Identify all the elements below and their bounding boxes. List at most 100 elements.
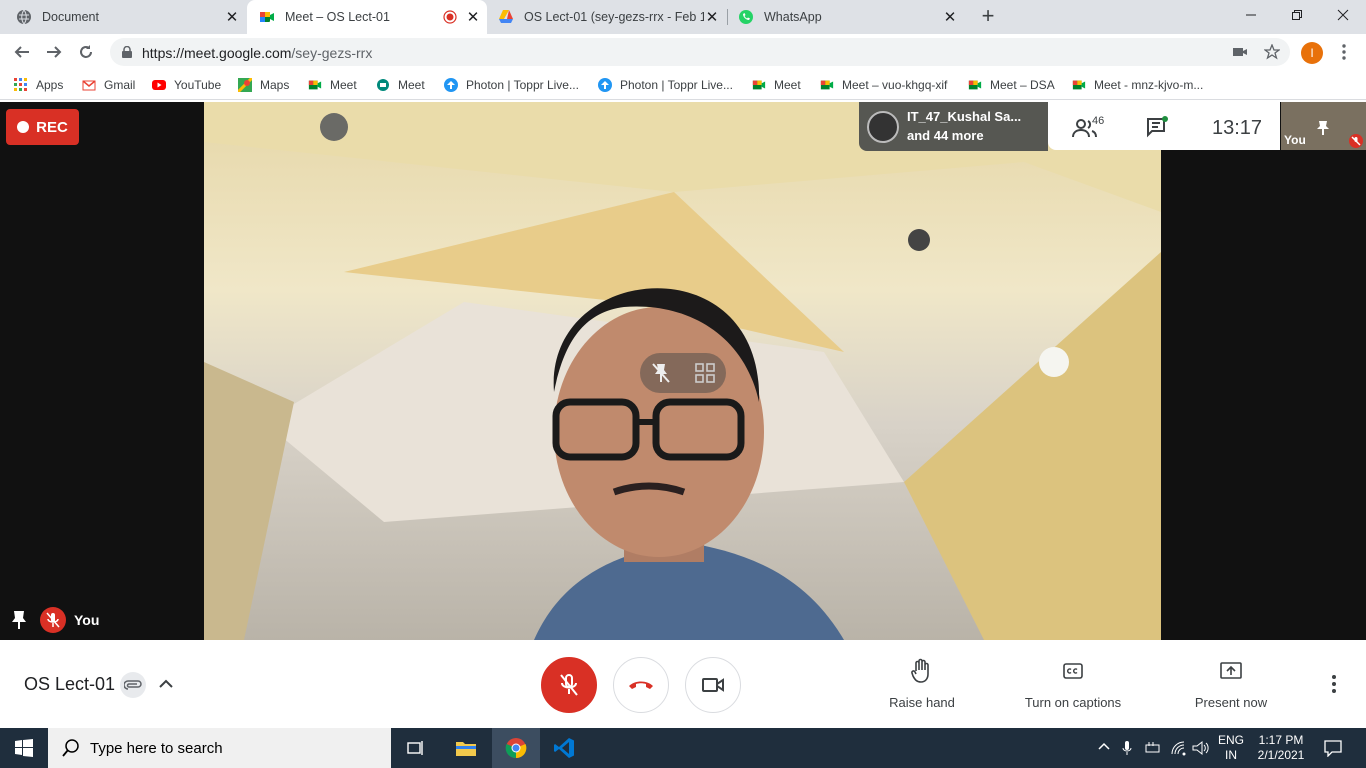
new-tab-button[interactable]: + bbox=[977, 5, 999, 28]
tray-mic[interactable] bbox=[1122, 740, 1132, 756]
tray-expand-button[interactable] bbox=[1098, 741, 1110, 751]
meet-icon bbox=[260, 12, 274, 22]
bookmark-meet-vuo[interactable]: Meet – vuo-khgq-xif bbox=[820, 76, 947, 94]
bookmark-meet-2[interactable]: Meet bbox=[752, 76, 801, 94]
address-bar[interactable]: https://meet.google.com/sey-gezs-rrx bbox=[110, 38, 1290, 66]
meet-info-bar: 46 13:17 bbox=[1048, 102, 1280, 150]
profile-avatar[interactable]: I bbox=[1301, 42, 1323, 64]
meet-icon bbox=[1072, 80, 1086, 90]
taskbar-vscode[interactable] bbox=[540, 728, 588, 768]
forward-button[interactable] bbox=[42, 40, 66, 64]
bookmark-label: Meet - mnz-kjvo-m... bbox=[1094, 78, 1204, 92]
tray-language[interactable]: ENG IN bbox=[1214, 733, 1248, 763]
raise-hand-label: Raise hand bbox=[889, 695, 955, 710]
meet-icon bbox=[752, 80, 766, 90]
bookmark-toppr-2[interactable]: Photon | Toppr Live... bbox=[598, 76, 733, 94]
taskbar-chrome[interactable] bbox=[492, 728, 540, 768]
raise-hand-button[interactable]: Raise hand bbox=[882, 658, 962, 710]
chrome-icon bbox=[505, 738, 527, 759]
meet-icon bbox=[820, 80, 834, 90]
language-code: ENG bbox=[1217, 733, 1244, 747]
bookmark-maps[interactable]: Maps bbox=[238, 76, 289, 94]
close-icon bbox=[1337, 9, 1349, 21]
captions-icon bbox=[1063, 663, 1083, 679]
chevron-up-icon bbox=[1098, 742, 1110, 750]
bookmark-meet-old[interactable]: Meet bbox=[376, 76, 425, 94]
star-icon[interactable] bbox=[1264, 44, 1280, 60]
meeting-title: OS Lect-01 bbox=[24, 674, 116, 694]
taskbar-file-explorer[interactable] bbox=[442, 728, 490, 768]
meeting-details-toggle[interactable] bbox=[158, 676, 174, 692]
bookmark-label: Apps bbox=[36, 78, 64, 92]
start-button[interactable] bbox=[0, 728, 48, 768]
bookmark-label: YouTube bbox=[174, 78, 222, 92]
back-button[interactable] bbox=[10, 40, 34, 64]
tab-meet[interactable]: Meet – OS Lect-01 ✕ bbox=[247, 0, 487, 34]
toppr-icon bbox=[444, 78, 458, 92]
bookmark-label: Photon | Toppr Live... bbox=[620, 78, 733, 92]
taskbar-search[interactable]: Type here to search bbox=[48, 728, 391, 768]
camera-blocked-icon[interactable] bbox=[1232, 46, 1248, 58]
grid-icon[interactable] bbox=[695, 363, 715, 383]
bookmark-meet-mnz[interactable]: Meet - mnz-kjvo-m... bbox=[1072, 76, 1203, 94]
pin-off-icon[interactable] bbox=[651, 362, 671, 384]
pin-icon[interactable] bbox=[12, 610, 26, 630]
present-now-button[interactable]: Present now bbox=[1186, 658, 1276, 710]
mic-off-badge bbox=[40, 607, 66, 633]
browser-menu-button[interactable] bbox=[1332, 40, 1356, 64]
tray-date: 2/1/2021 bbox=[1257, 748, 1305, 762]
region-code: IN bbox=[1225, 748, 1237, 762]
present-label: Present now bbox=[1194, 695, 1268, 710]
globe-icon bbox=[17, 9, 31, 25]
mic-toggle-button[interactable] bbox=[541, 657, 597, 713]
wifi-icon bbox=[1171, 741, 1186, 756]
minimize-button[interactable] bbox=[1228, 0, 1274, 30]
bookmark-meet[interactable]: Meet bbox=[308, 76, 357, 94]
more-vert-icon bbox=[1342, 44, 1346, 60]
bookmark-label: Photon | Toppr Live... bbox=[466, 78, 579, 92]
tray-clock[interactable]: 1:17 PM 2/1/2021 bbox=[1252, 733, 1310, 763]
tray-time: 1:17 PM bbox=[1258, 733, 1304, 747]
bookmark-label: Maps bbox=[260, 78, 290, 92]
chat-icon[interactable] bbox=[1146, 116, 1168, 138]
rec-label: REC bbox=[36, 118, 68, 136]
close-window-button[interactable] bbox=[1320, 0, 1366, 30]
people-count: 46 bbox=[1092, 115, 1105, 127]
bookmark-youtube[interactable]: YouTube bbox=[152, 76, 221, 94]
active-participants-chip[interactable]: IT_47_Kushal Sa... and 44 more bbox=[859, 102, 1048, 151]
captions-button[interactable]: Turn on captions bbox=[1014, 658, 1132, 710]
task-view-button[interactable] bbox=[392, 728, 440, 768]
close-tab-icon[interactable]: ✕ bbox=[465, 9, 481, 26]
self-tile-label: You bbox=[12, 607, 99, 633]
leave-call-button[interactable] bbox=[613, 657, 669, 713]
more-options-button[interactable] bbox=[1331, 674, 1337, 694]
reload-button[interactable] bbox=[74, 40, 98, 64]
apps-grid-icon bbox=[14, 78, 27, 91]
bookmarks-bar: Apps Gmail YouTube Maps Meet Meet Photon… bbox=[0, 70, 1366, 100]
tab-document[interactable]: Document ✕ bbox=[0, 0, 246, 34]
folder-icon bbox=[456, 742, 476, 756]
tab-drive[interactable]: OS Lect-01 (sey-gezs-rrx - Feb 1, ✕ bbox=[488, 0, 726, 34]
tray-battery[interactable] bbox=[1145, 740, 1161, 756]
rec-dot-icon bbox=[17, 121, 30, 133]
self-thumbnail[interactable]: You bbox=[1281, 102, 1366, 150]
close-tab-icon[interactable]: ✕ bbox=[224, 9, 240, 26]
tray-wifi[interactable] bbox=[1170, 740, 1188, 756]
tab-title: OS Lect-01 (sey-gezs-rrx - Feb 1, bbox=[524, 10, 704, 24]
tray-volume[interactable] bbox=[1192, 740, 1210, 756]
camera-toggle-button[interactable] bbox=[685, 657, 741, 713]
restore-icon bbox=[1292, 10, 1302, 20]
close-tab-icon[interactable]: ✕ bbox=[704, 9, 720, 26]
close-tab-icon[interactable]: ✕ bbox=[942, 9, 958, 26]
tab-whatsapp[interactable]: WhatsApp ✕ bbox=[728, 0, 964, 34]
meet-stage: REC IT_47_Kushal Sa... and 44 more 46 13… bbox=[0, 102, 1366, 640]
more-vert-icon bbox=[1332, 675, 1336, 693]
bookmark-gmail[interactable]: Gmail bbox=[82, 76, 135, 94]
attachment-button[interactable] bbox=[120, 672, 146, 698]
bookmark-toppr-1[interactable]: Photon | Toppr Live... bbox=[444, 76, 579, 94]
restore-button[interactable] bbox=[1274, 0, 1320, 30]
bookmark-apps[interactable]: Apps bbox=[14, 76, 63, 94]
bookmark-meet-dsa[interactable]: Meet – DSA bbox=[968, 76, 1055, 94]
self-name: You bbox=[74, 612, 100, 628]
action-center-button[interactable] bbox=[1324, 739, 1342, 757]
